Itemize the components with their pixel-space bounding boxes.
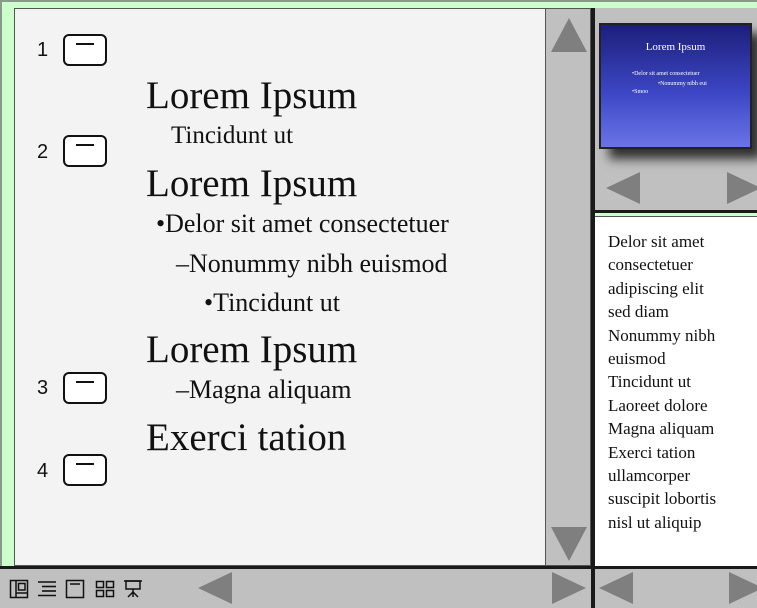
slide-thumbnail[interactable]: Lorem Ipsum •Delor sit amet consectetuer… (599, 23, 752, 149)
notes-line: Nonummy nibh (608, 325, 716, 345)
slide-number-2: 2 (37, 141, 49, 163)
slide-4-icon[interactable] (63, 454, 107, 486)
normal-view-icon (9, 579, 29, 599)
notes-line: Exerci tation (608, 442, 696, 462)
notes-scroll-right-arrow-icon[interactable] (729, 572, 757, 604)
notes-scrollbar (595, 569, 757, 608)
view-toolbar (0, 569, 591, 608)
notes-scroll-left-arrow-icon[interactable] (599, 572, 633, 604)
thumbnail-bullet-3: •Smoo (632, 89, 649, 95)
notes-line: nisl ut aliquip (608, 512, 702, 532)
notes-line: euismod (608, 349, 666, 369)
thumbnail-nav (595, 172, 757, 204)
scroll-right-arrow-icon[interactable] (552, 572, 586, 604)
slide-1-icon[interactable] (63, 34, 107, 66)
slide-preview-pane: Lorem Ipsum •Delor sit amet consectetuer… (595, 8, 757, 213)
normal-view-button[interactable] (8, 578, 30, 600)
slide-show-icon (124, 580, 142, 598)
notes-line: Magna aliquam (608, 419, 715, 439)
scroll-down-arrow-icon[interactable] (551, 527, 587, 561)
slide-sorter-icon (95, 580, 115, 598)
slide-number-1: 1 (37, 39, 49, 61)
slide-2-icon[interactable] (63, 135, 107, 167)
outline-pane[interactable]: 1 2 3 4 Lorem Ipsum Tincidunt ut Lorem I… (14, 8, 545, 566)
thumbnail-divider[interactable] (595, 210, 757, 213)
slide-number-3: 3 (37, 377, 49, 399)
outline-bullet-1[interactable]: •Delor sit amet consectetuer (156, 209, 449, 239)
notes-line: Laoreet dolore (608, 395, 708, 415)
scroll-up-arrow-icon[interactable] (551, 18, 587, 52)
thumbnail-bullet-2: •Nonummy nibh eui (658, 81, 707, 87)
notes-line: Tincidunt ut (608, 372, 691, 392)
notes-line: Delor sit amet (608, 232, 705, 251)
slide-number-4: 4 (37, 460, 49, 482)
slide-view-icon (65, 579, 85, 599)
notes-line: ullamcorper (608, 466, 691, 486)
notes-line: adipiscing elit (608, 278, 704, 298)
slide-sorter-button[interactable] (94, 578, 116, 600)
slide-view-button[interactable] (64, 578, 86, 600)
outline-title-2[interactable]: Lorem Ipsum (146, 161, 357, 206)
next-slide-arrow-icon[interactable] (727, 172, 757, 204)
outline-title-1[interactable]: Lorem Ipsum (146, 73, 357, 118)
slide-show-button[interactable] (122, 578, 144, 600)
thumbnail-bullet-1: •Delor sit amet consectetuer (632, 71, 700, 77)
notes-line: sed diam (608, 302, 669, 322)
outline-title-4[interactable]: Exerci tation (146, 415, 346, 460)
notes-pane[interactable]: Delor sit amet consectetuer adipiscing e… (595, 216, 757, 566)
outline-view-icon (38, 581, 56, 597)
thumbnail-title: Lorem Ipsum (645, 41, 706, 53)
notes-line: consectetuer (608, 255, 693, 275)
outline-bullet-2[interactable]: –Nonummy nibh euismod (176, 249, 448, 279)
outline-bullet-4[interactable]: –Magna aliquam (176, 375, 351, 405)
outline-bullet-3[interactable]: •Tincidunt ut (204, 288, 340, 318)
outline-view-button[interactable] (36, 578, 58, 600)
outline-title-3[interactable]: Lorem Ipsum (146, 327, 357, 372)
outline-subtitle-1[interactable]: Tincidunt ut (171, 122, 293, 150)
previous-slide-arrow-icon[interactable] (606, 172, 640, 204)
slide-3-icon[interactable] (63, 372, 107, 404)
notes-line: suscipit lobortis (608, 489, 717, 509)
scroll-left-arrow-icon[interactable] (198, 572, 232, 604)
outline-scrollbar[interactable] (545, 8, 591, 566)
